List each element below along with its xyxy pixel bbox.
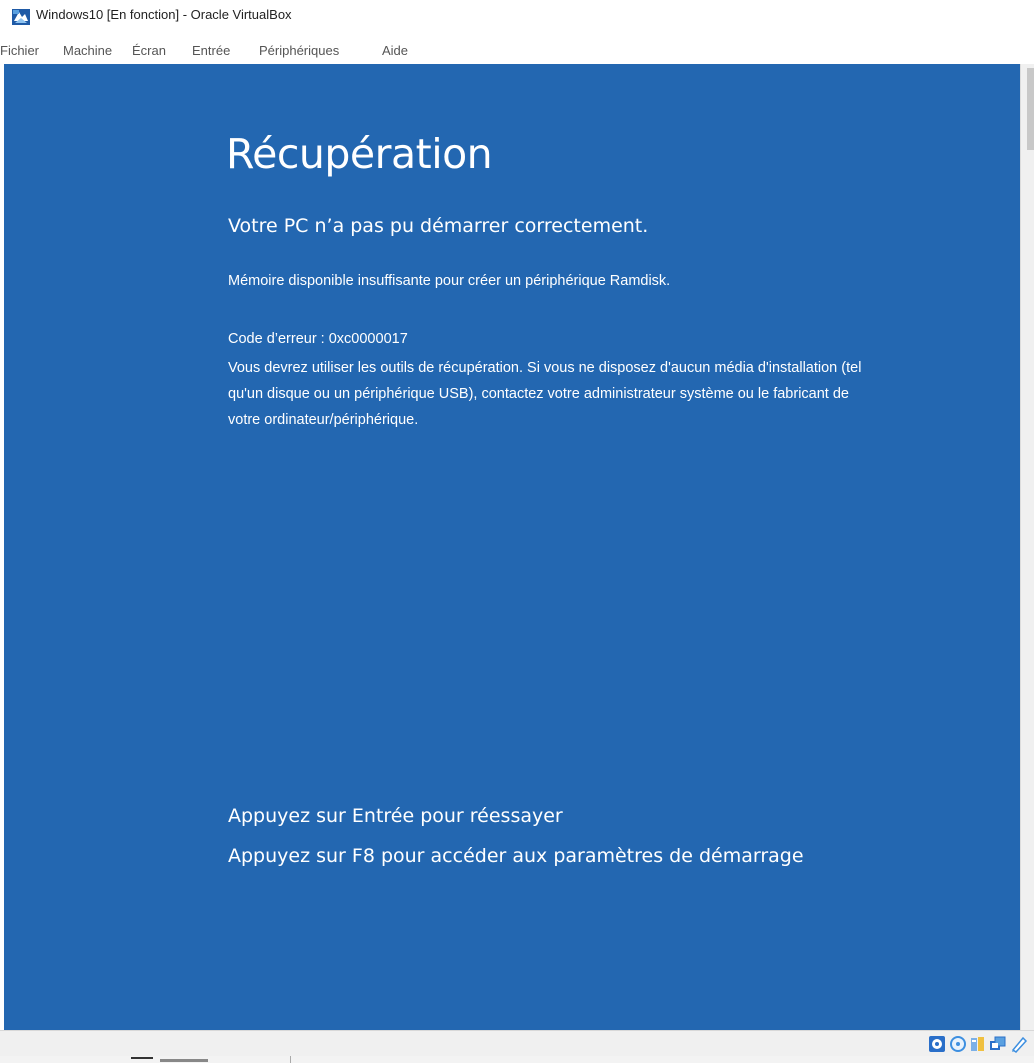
- recovery-subtitle: Votre PC n’a pas pu démarrer correctemen…: [228, 215, 649, 237]
- menu-machine[interactable]: Machine: [63, 43, 112, 58]
- hard-disk-icon[interactable]: [928, 1035, 946, 1053]
- recovery-title: Récupération: [226, 130, 493, 178]
- virtualbox-window: Windows10 [En fonction] - Oracle Virtual…: [0, 0, 1034, 1063]
- scrollbar-thumb[interactable]: [1027, 68, 1034, 150]
- host-divider: [290, 1056, 291, 1063]
- shared-folders-icon[interactable]: [1010, 1035, 1028, 1053]
- usb-icon[interactable]: [969, 1035, 987, 1053]
- optical-drive-icon[interactable]: [949, 1035, 967, 1053]
- retry-instruction: Appuyez sur Entrée pour réessayer: [228, 805, 563, 827]
- recovery-instructions-line-2: qu'un disque ou un périphérique USB), co…: [228, 386, 849, 402]
- menu-ecran[interactable]: Écran: [132, 43, 166, 58]
- menu-peripheriques[interactable]: Périphériques: [259, 43, 339, 58]
- recovery-instructions-line-3: votre ordinateur/périphérique.: [228, 412, 419, 428]
- host-taskbar-fragment: [0, 1056, 1034, 1063]
- startup-settings-instruction: Appuyez sur F8 pour accéder aux paramètr…: [228, 845, 804, 867]
- title-bar: Windows10 [En fonction] - Oracle Virtual…: [0, 0, 1034, 34]
- menu-bar: Fichier Machine Écran Entrée Périphériqu…: [0, 34, 1034, 64]
- network-icon[interactable]: [989, 1035, 1007, 1053]
- vertical-scrollbar[interactable]: [1020, 64, 1034, 1030]
- virtualbox-app-icon: [12, 9, 30, 25]
- recovery-instructions-line-1: Vous devrez utiliser les outils de récup…: [228, 360, 862, 376]
- recovery-message: Mémoire disponible insuffisante pour cré…: [228, 273, 671, 289]
- error-code: Code d’erreur : 0xc0000017: [228, 331, 408, 347]
- menu-aide[interactable]: Aide: [382, 43, 408, 58]
- menu-fichier[interactable]: Fichier: [0, 43, 39, 58]
- menu-entree[interactable]: Entrée: [192, 43, 230, 58]
- host-label-fragment: [160, 1059, 208, 1062]
- window-title: Windows10 [En fonction] - Oracle Virtual…: [36, 7, 292, 22]
- host-window-edge: [131, 1057, 153, 1059]
- vm-display[interactable]: Récupération Votre PC n’a pas pu démarre…: [4, 64, 1020, 1030]
